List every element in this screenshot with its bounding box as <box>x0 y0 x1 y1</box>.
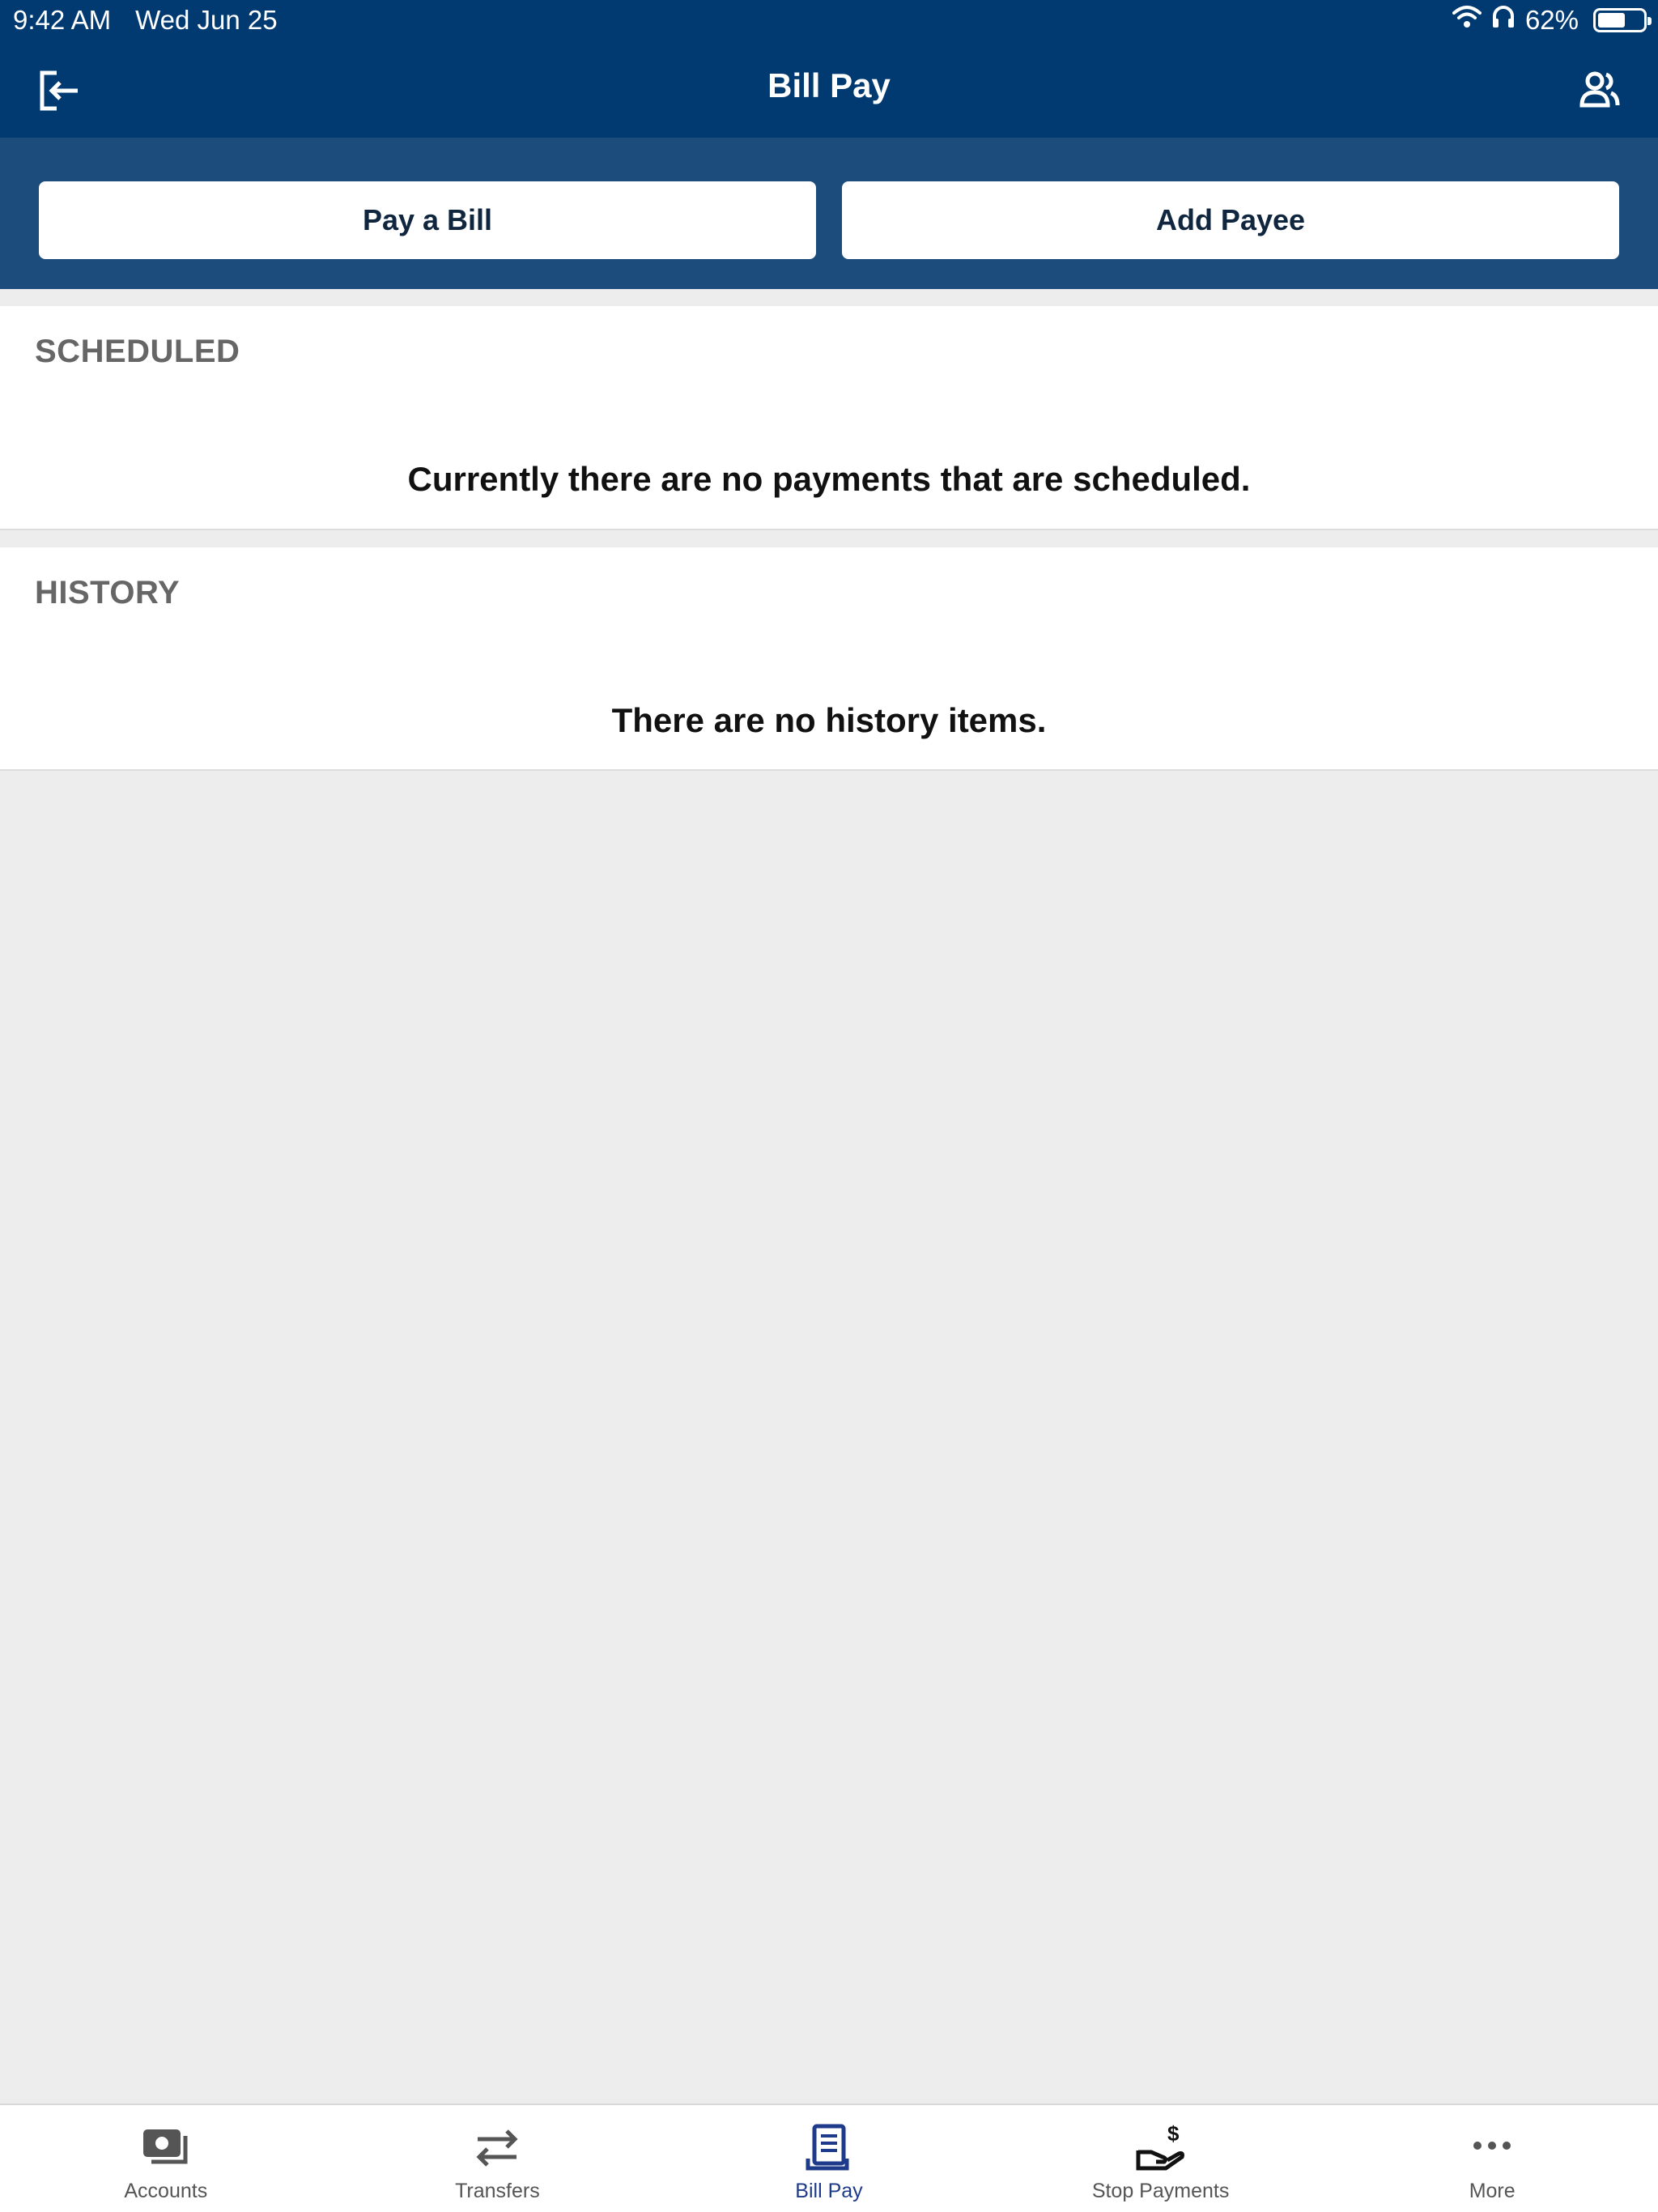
more-icon <box>1466 2123 1518 2173</box>
add-payee-button[interactable]: Add Payee <box>842 181 1619 259</box>
battery-icon <box>1593 8 1652 32</box>
bill-pay-screen: 9:42 AM Wed Jun 25 62% Bill Pay Pay a Bi… <box>0 0 1658 2212</box>
tab-label-transfers: Transfers <box>455 2180 540 2202</box>
accounts-icon <box>140 2123 192 2173</box>
status-bar: 9:42 AM Wed Jun 25 62% <box>0 0 1658 42</box>
history-section: HISTORY There are no history items. <box>0 547 1658 771</box>
tab-accounts[interactable]: Accounts <box>0 2105 332 2212</box>
tab-transfers[interactable]: Transfers <box>332 2105 664 2212</box>
tab-label-bill-pay: Bill Pay <box>795 2180 863 2202</box>
wifi-icon <box>1452 5 1482 36</box>
status-date: Wed Jun 25 <box>135 5 278 35</box>
tab-bill-pay[interactable]: Bill Pay <box>663 2105 995 2212</box>
scheduled-section: SCHEDULED Currently there are no payment… <box>0 306 1658 530</box>
tab-label-more: More <box>1469 2180 1516 2202</box>
tab-label-stop-payments: Stop Payments <box>1091 2180 1230 2202</box>
history-empty-message: There are no history items. <box>611 701 1047 739</box>
action-band: Pay a Bill Add Payee <box>0 138 1658 289</box>
transfers-icon <box>471 2123 523 2173</box>
tab-stop-payments[interactable]: $ Stop Payments <box>995 2105 1327 2212</box>
pay-a-bill-button[interactable]: Pay a Bill <box>39 181 816 259</box>
bill-pay-icon <box>803 2123 855 2173</box>
tab-more[interactable]: More <box>1326 2105 1658 2212</box>
tab-bar: Accounts Transfers Bill Pay $ Stop Payme… <box>0 2104 1658 2212</box>
scheduled-heading: SCHEDULED <box>35 334 240 369</box>
scheduled-empty-message: Currently there are no payments that are… <box>407 460 1251 498</box>
stop-payments-icon: $ <box>1135 2121 1187 2173</box>
status-time: 9:42 AM <box>13 5 112 35</box>
battery-percent: 62% <box>1524 5 1579 35</box>
nav-header: Bill Pay <box>0 42 1658 138</box>
headphones-icon <box>1491 5 1516 36</box>
history-heading: HISTORY <box>35 575 181 610</box>
page-title: Bill Pay <box>767 66 891 104</box>
people-icon[interactable] <box>1575 66 1624 115</box>
svg-text:$: $ <box>1167 2123 1180 2146</box>
tab-label-accounts: Accounts <box>124 2180 208 2202</box>
